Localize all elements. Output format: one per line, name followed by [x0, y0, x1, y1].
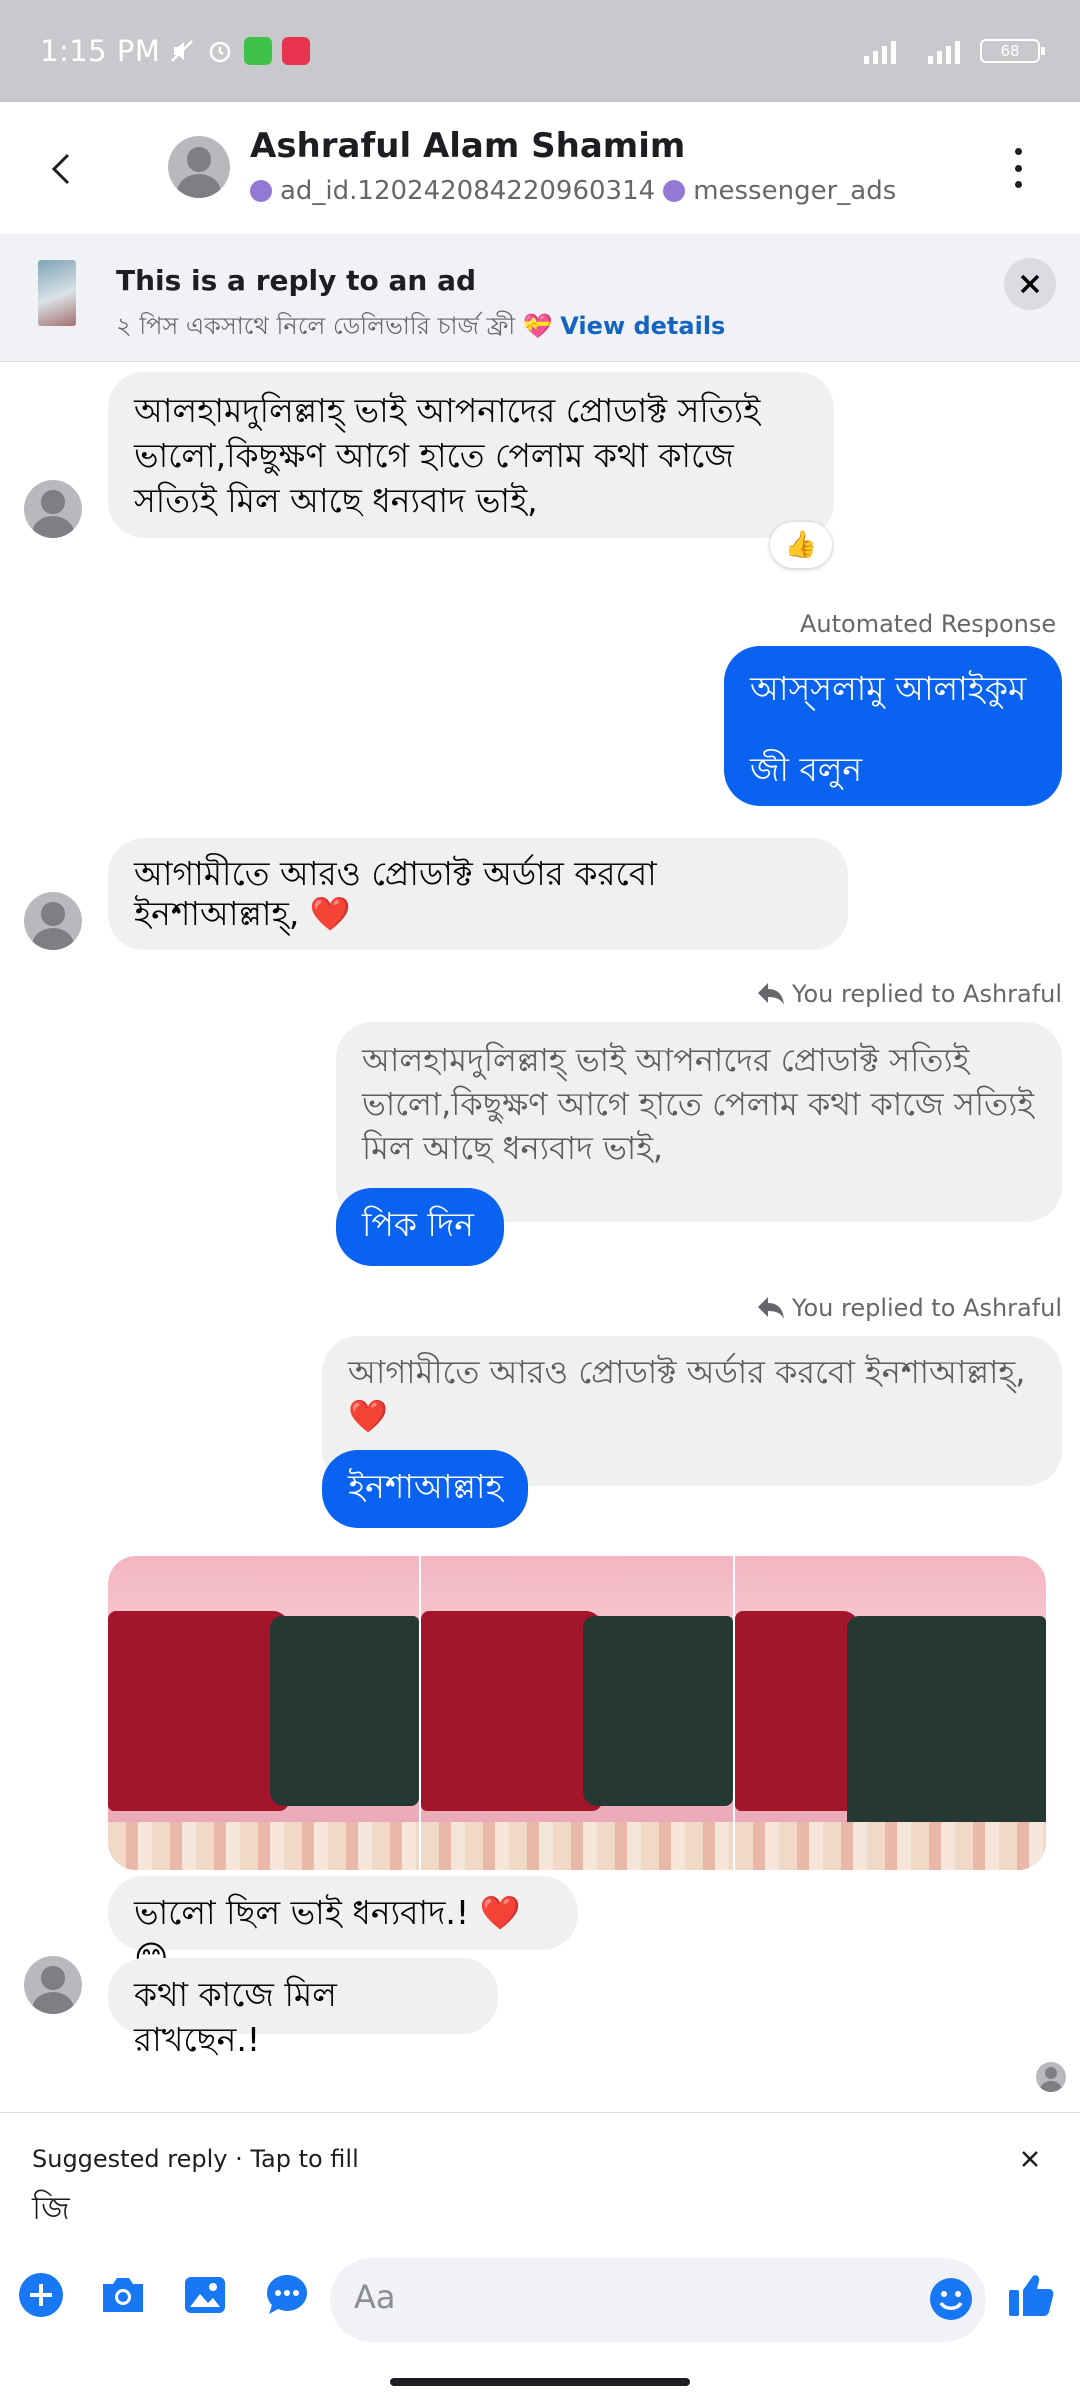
photo-attachment[interactable]	[421, 1556, 733, 1870]
suggested-reply[interactable]: Suggested reply · Tap to fill জি	[0, 2112, 1080, 2242]
outgoing-reply[interactable]: পিক দিন	[336, 1188, 504, 1266]
incoming-message[interactable]: কথা কাজে মিল রাখছেন.!	[108, 1958, 498, 2059]
close-icon	[1020, 274, 1040, 294]
close-icon	[1022, 2151, 1038, 2167]
automated-response-label: Automated Response	[800, 610, 1057, 638]
mute-icon	[168, 37, 196, 65]
ad-reply-banner[interactable]: This is a reply to an ad ২ পিস একসাথে নি…	[0, 234, 1080, 362]
sender-avatar[interactable]	[24, 892, 82, 950]
photo-attachment[interactable]	[734, 1556, 1046, 1870]
chat-extension-icon	[267, 2275, 307, 2314]
contact-labels: ad_id.120242084220960314 messenger_ads	[250, 176, 896, 206]
message-input-placeholder: Aa	[354, 2278, 396, 2316]
like-button[interactable]	[1006, 2270, 1056, 2320]
plus-button[interactable]	[16, 2270, 66, 2320]
back-button[interactable]	[40, 144, 80, 194]
ad-id-label: ad_id.120242084220960314	[280, 176, 656, 206]
incoming-message[interactable]: আলহামদুলিল্লাহ্ ভাই আপনাদের প্রোডাক্ট সত…	[108, 372, 834, 538]
read-receipt-avatar	[1036, 2062, 1066, 2092]
suggested-reply-text[interactable]: জি	[32, 2183, 70, 2237]
contact-name[interactable]: Ashraful Alam Shamim	[250, 126, 685, 166]
ad-thumbnail	[38, 260, 76, 326]
status-bar: 1:15 PM 68	[0, 0, 1080, 102]
reply-context-label: You replied to Ashraful	[756, 1294, 1062, 1322]
back-arrow-icon	[51, 153, 70, 185]
sender-avatar[interactable]	[24, 480, 82, 538]
message-input[interactable]: Aa	[330, 2258, 986, 2342]
reply-context-label: You replied to Ashraful	[756, 980, 1062, 1008]
status-time: 1:15 PM	[40, 34, 161, 68]
photo-attachments	[108, 1556, 1046, 1870]
emoji-icon	[930, 2278, 972, 2320]
signal-4g-icon	[928, 41, 960, 64]
message-composer: Aa	[0, 2242, 1080, 2362]
view-details-link[interactable]: View details	[560, 312, 725, 340]
message-line: আস্সলামু আলাইকুম	[750, 669, 1027, 708]
battery-icon: 68	[980, 39, 1045, 63]
label-dot-icon	[250, 180, 272, 202]
app-notification-icon	[244, 37, 273, 65]
reply-arrow-icon	[758, 1297, 784, 1319]
ad-banner-title: This is a reply to an ad	[116, 264, 477, 297]
status-notification-icons	[168, 37, 311, 65]
like-icon	[1009, 2275, 1054, 2316]
photo-attachment[interactable]	[108, 1556, 420, 1870]
incoming-message[interactable]: ভালো ছিল ভাই ধন্যবাদ.! ❤️😊	[108, 1876, 578, 1977]
ad-banner-description: ২ পিস একসাথে নিলে ডেলিভারি চার্জ ফ্রী 💝 …	[116, 308, 725, 348]
suggested-reply-label: Suggested reply · Tap to fill	[32, 2145, 359, 2173]
label-dot-icon	[663, 180, 686, 202]
camera-button[interactable]	[98, 2270, 148, 2320]
messenger-screen: { "status_bar": { "time": "1:15 PM", "ba…	[0, 0, 1080, 2400]
alarm-icon	[206, 37, 234, 65]
emoji-button[interactable]	[926, 2274, 976, 2324]
status-right: 68	[864, 38, 1045, 64]
ad-banner-close-button[interactable]	[1004, 258, 1056, 310]
contact-avatar[interactable]	[168, 136, 230, 198]
signal-icon	[864, 41, 896, 64]
gallery-button[interactable]	[180, 2270, 230, 2320]
message-reaction[interactable]: 👍	[770, 522, 832, 568]
reply-arrow-icon	[758, 983, 784, 1005]
more-vertical-icon	[1014, 148, 1022, 155]
chat-extensions-button[interactable]	[262, 2270, 312, 2320]
camera-icon	[103, 2278, 143, 2312]
ad-description-text: ২ পিস একসাথে নিলে ডেলিভারি চার্জ ফ্রী 💝	[116, 312, 553, 340]
gallery-icon	[185, 2277, 225, 2313]
sender-avatar[interactable]	[24, 1956, 82, 2014]
plus-icon	[19, 2273, 63, 2317]
conversation-header: Ashraful Alam Shamim ad_id.1202420842209…	[0, 102, 1080, 234]
message-line: জী বলুন	[750, 750, 863, 789]
incoming-message[interactable]: আগামীতে আরও প্রোডাক্ট অর্ডার করবো ইনশাআল…	[108, 838, 848, 950]
more-options-button[interactable]	[1000, 148, 1036, 188]
suggested-reply-close-button[interactable]	[1012, 2141, 1048, 2177]
tiktok-notification-icon	[282, 37, 311, 65]
home-indicator[interactable]	[390, 2378, 690, 2386]
outgoing-message[interactable]: আস্সলামু আলাইকুম জী বলুন	[724, 646, 1062, 806]
outgoing-reply[interactable]: ইনশাআল্লাহ	[322, 1450, 528, 1528]
source-label: messenger_ads	[693, 176, 897, 206]
